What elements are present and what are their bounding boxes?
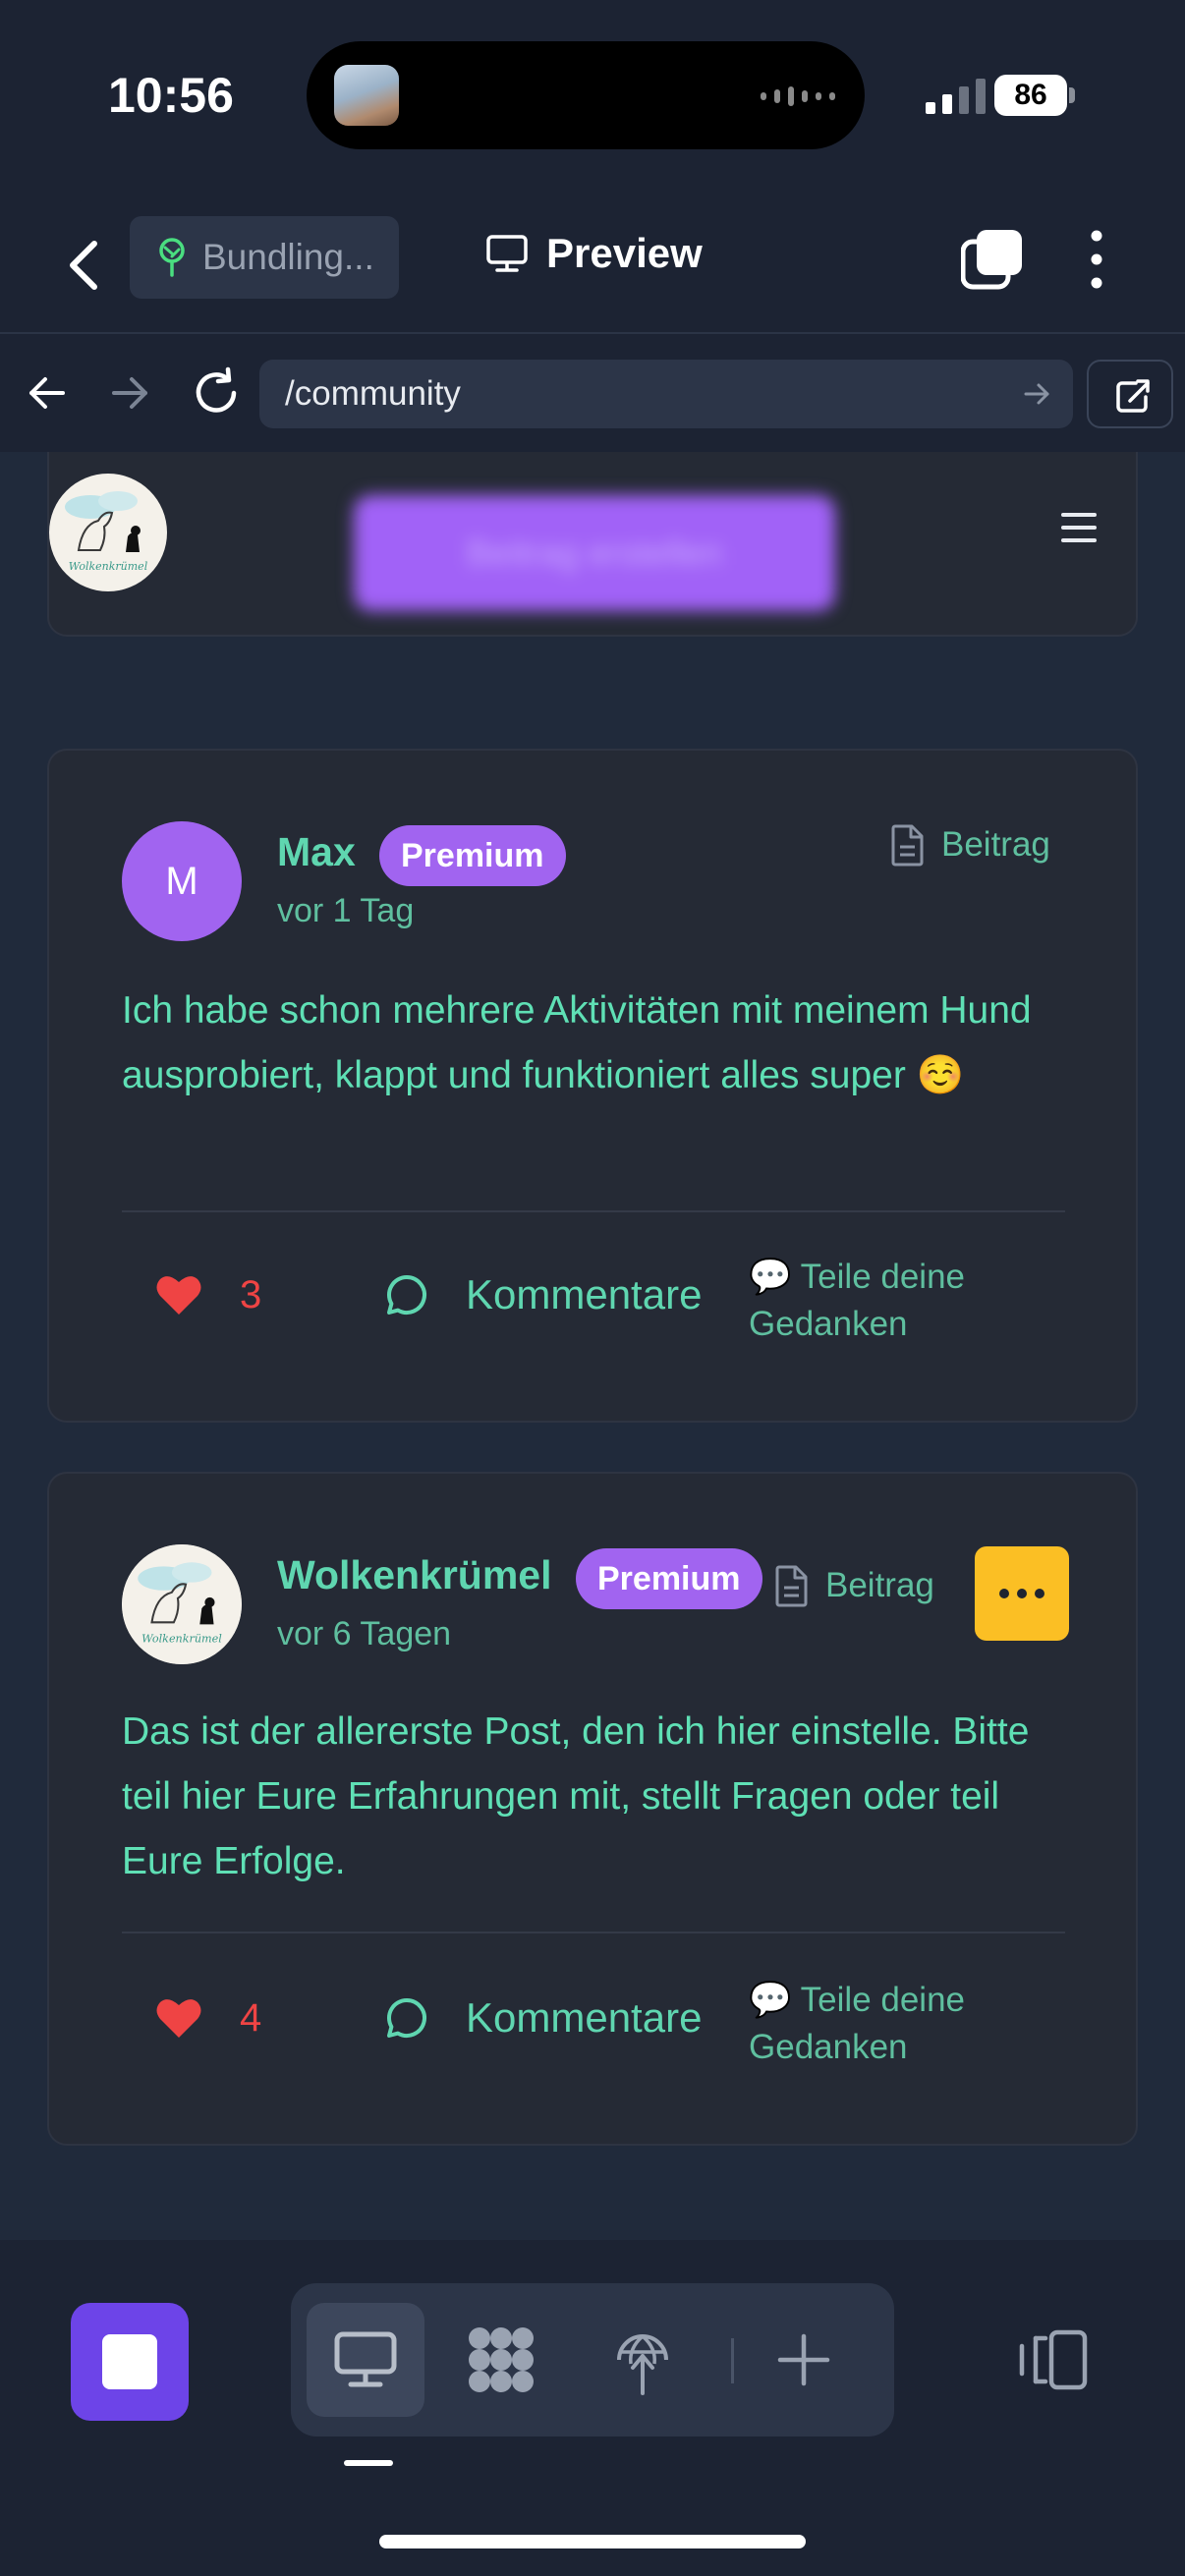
logo-wordmark: Wolkenkrümel <box>69 560 148 573</box>
status-time: 10:56 <box>108 68 234 123</box>
more-vertical-icon[interactable] <box>1077 228 1116 291</box>
comments-button[interactable]: Kommentare <box>466 1271 702 1318</box>
back-chevron-icon[interactable] <box>61 236 108 295</box>
apps-grid-icon <box>469 2327 534 2392</box>
dynamic-island[interactable] <box>307 41 865 149</box>
avatar[interactable]: Wolkenkrümel <box>122 1544 242 1664</box>
tabs-switcher-icon[interactable] <box>961 228 1024 291</box>
heart-icon[interactable] <box>155 1996 202 2040</box>
post-divider <box>122 1210 1065 1212</box>
post-timestamp: vor 6 Tagen <box>277 1615 452 1652</box>
site-header: Wolkenkrümel Beitrag erstellen <box>47 452 1138 637</box>
post-card: Wolkenkrümel Wolkenkrümel Premium vor 6 … <box>47 1472 1138 2146</box>
wolkenkruemel-logo[interactable]: Wolkenkrümel <box>49 474 167 591</box>
post-body: Das ist der allererste Post, den ich hie… <box>122 1710 1030 1882</box>
stop-button[interactable] <box>71 2303 189 2421</box>
create-post-button-blurred[interactable]: Beitrag erstellen <box>354 495 835 611</box>
more-horizontal-icon <box>999 1589 1009 1598</box>
url-input[interactable]: /community <box>259 360 1073 428</box>
tool-deploy[interactable] <box>584 2303 702 2417</box>
premium-badge: Premium <box>379 825 566 886</box>
post-author[interactable]: Max <box>277 829 356 875</box>
post-type-tag: Beitrag <box>774 1564 934 1607</box>
like-count: 3 <box>240 1273 262 1316</box>
dog-logo-icon: Wolkenkrümel <box>51 476 165 589</box>
reload-icon[interactable] <box>189 365 244 420</box>
post-type-label: Beitrag <box>941 825 1050 864</box>
browser-back-icon[interactable] <box>24 369 71 417</box>
toolbar-separator <box>731 2338 734 2383</box>
post-timestamp: vor 1 Tag <box>277 892 415 929</box>
url-text: /community <box>285 374 461 413</box>
cellular-signal-icon <box>926 79 986 114</box>
battery-indicator: 86 <box>994 75 1067 116</box>
preview-tab[interactable]: Preview <box>485 230 703 277</box>
avatar[interactable]: M <box>122 821 242 941</box>
home-indicator[interactable] <box>379 2535 806 2548</box>
split-layout-icon[interactable] <box>1018 2328 1089 2391</box>
tree-icon <box>159 238 185 277</box>
globe-upload-icon <box>617 2334 668 2395</box>
share-thoughts-link[interactable]: 💬 Teile deine Gedanken <box>749 1254 1044 1348</box>
post-body: Ich habe schon mehrere Aktivitäten mit m… <box>122 989 1032 1096</box>
project-status-chip[interactable]: Bundling... <box>130 216 399 299</box>
comment-bubble-icon[interactable] <box>383 1994 430 2042</box>
active-tab-indicator <box>344 2460 393 2466</box>
tool-add[interactable] <box>745 2303 863 2417</box>
external-link-icon <box>1116 379 1150 413</box>
comment-bubble-icon[interactable] <box>383 1271 430 1318</box>
monitor-icon <box>334 2331 397 2387</box>
post-card: M Max Premium vor 1 Tag Beitrag Ich habe… <box>47 749 1138 1423</box>
plus-icon <box>777 2333 830 2386</box>
battery-tip <box>1069 87 1075 103</box>
document-icon <box>775 1565 808 1607</box>
browser-url-row: /community <box>0 334 1185 452</box>
monitor-icon <box>486 235 528 272</box>
post-divider <box>122 1932 1065 1933</box>
app-header: Bundling... Preview <box>0 187 1185 334</box>
hamburger-menu-icon[interactable] <box>1061 513 1097 542</box>
premium-badge: Premium <box>576 1548 762 1609</box>
view-switcher <box>291 2283 894 2436</box>
go-arrow-icon[interactable] <box>1022 379 1051 409</box>
browser-forward-icon[interactable] <box>106 369 153 417</box>
create-post-button-label: Beitrag erstellen <box>466 532 723 573</box>
open-external-button[interactable] <box>1087 360 1173 428</box>
logo-wordmark: Wolkenkrümel <box>141 1633 222 1646</box>
document-icon <box>891 824 924 867</box>
comments-button[interactable]: Kommentare <box>466 1994 702 2042</box>
tool-apps[interactable] <box>442 2303 560 2417</box>
web-preview-viewport[interactable]: Wolkenkrümel Beitrag erstellen M Max Pre… <box>0 452 1185 2240</box>
preview-tab-label: Preview <box>546 230 703 276</box>
like-count: 4 <box>240 1996 262 2040</box>
status-bar: 10:56 86 <box>0 0 1185 187</box>
bottom-toolbar <box>0 2240 1185 2576</box>
project-status-label: Bundling... <box>202 237 374 277</box>
post-type-label: Beitrag <box>825 1566 934 1604</box>
post-type-tag: Beitrag <box>890 823 1050 867</box>
stop-square-icon <box>102 2334 157 2389</box>
tool-preview[interactable] <box>307 2303 424 2417</box>
heart-icon[interactable] <box>155 1273 202 1316</box>
now-playing-thumbnail <box>334 65 399 126</box>
post-author[interactable]: Wolkenkrümel <box>277 1552 552 1598</box>
dog-logo-icon: Wolkenkrümel <box>122 1544 242 1664</box>
post-options-button[interactable] <box>975 1546 1069 1641</box>
share-thoughts-link[interactable]: 💬 Teile deine Gedanken <box>749 1977 1044 2071</box>
audio-waveform-icon <box>761 86 835 106</box>
